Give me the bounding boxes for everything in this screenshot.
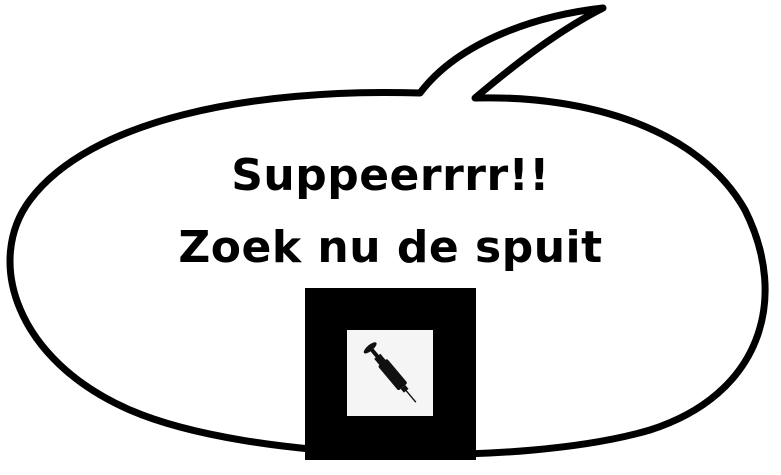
marker-tile — [305, 288, 476, 460]
syringe-icon — [347, 330, 433, 416]
bubble-text-line-1: Suppeerrrr!! — [231, 150, 550, 201]
bubble-text-line-2: Zoek nu de spuit — [178, 222, 603, 273]
speech-bubble-scene: Suppeerrrr!! Zoek nu de spuit — [0, 0, 781, 475]
